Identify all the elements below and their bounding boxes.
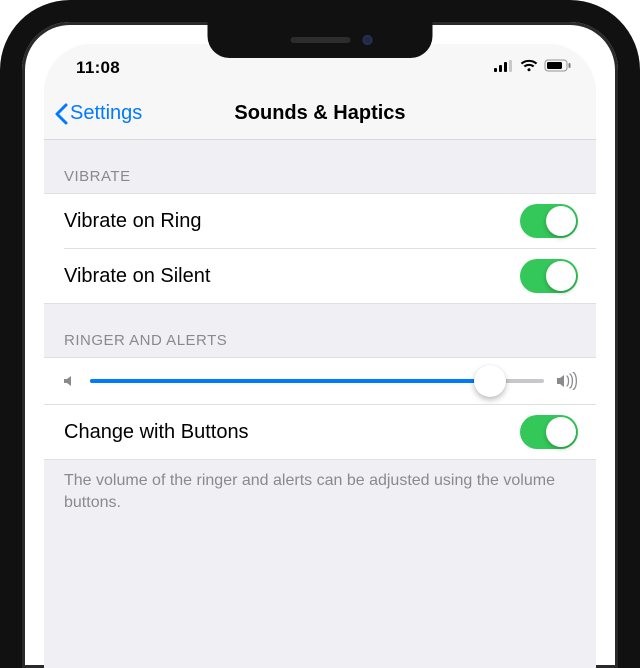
cell-group-ringer: Change with Buttons [44,404,596,460]
speaker-quiet-icon [62,373,78,389]
cell-group-vibrate: Vibrate on Ring Vibrate on Silent [44,193,596,304]
slider-thumb[interactable] [474,365,506,397]
earpiece-speaker [290,37,350,43]
status-icons [494,59,572,77]
screen: 11:08 [44,44,596,668]
chevron-left-icon [54,103,68,125]
row-vibrate-on-ring[interactable]: Vibrate on Ring [44,194,596,248]
wifi-icon [520,59,538,77]
front-camera [363,35,373,45]
row-vibrate-on-silent[interactable]: Vibrate on Silent [64,248,596,303]
battery-icon [544,59,572,77]
row-label: Vibrate on Ring [64,210,202,233]
back-label: Settings [70,102,142,125]
section-header-vibrate: VIBRATE [44,140,596,193]
toggle-vibrate-on-silent[interactable] [520,259,578,293]
row-ringer-volume [44,357,596,404]
section-header-ringer: RINGER AND ALERTS [44,304,596,357]
row-change-with-buttons[interactable]: Change with Buttons [44,405,596,459]
status-time: 11:08 [76,58,120,78]
volume-slider[interactable] [90,379,544,383]
speaker-loud-icon [556,372,578,390]
toggle-vibrate-on-ring[interactable] [520,204,578,238]
notch [208,22,433,58]
row-label: Vibrate on Silent [64,265,210,288]
row-label: Change with Buttons [64,421,249,444]
device-frame: 11:08 [0,0,640,668]
back-button[interactable]: Settings [54,102,142,125]
toggle-change-with-buttons[interactable] [520,415,578,449]
cellular-icon [494,59,514,77]
page-title: Sounds & Haptics [234,102,405,125]
section-footer-ringer: The volume of the ringer and alerts can … [44,460,596,513]
nav-bar: Settings Sounds & Haptics [44,88,596,140]
